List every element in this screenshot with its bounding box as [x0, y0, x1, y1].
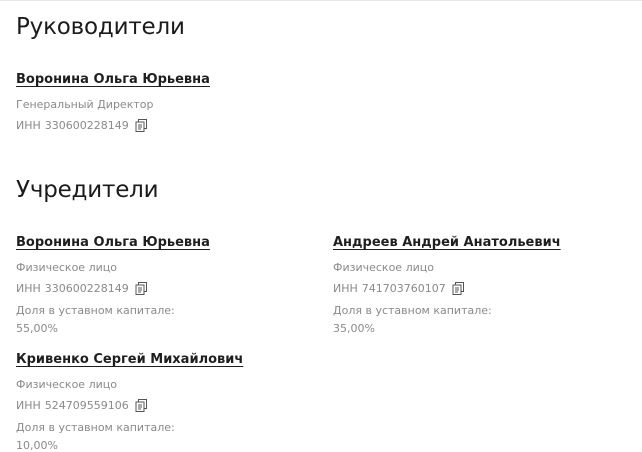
manager-card: Воронина Ольга Юрьевна Генеральный Дирек… — [16, 68, 210, 132]
founder-name-link[interactable]: Воронина Ольга Юрьевна — [16, 236, 210, 249]
inn-label: ИНН — [333, 282, 358, 295]
founder-name-link[interactable]: Андреев Андрей Анатольевич — [333, 236, 561, 249]
copy-icon[interactable] — [135, 282, 148, 295]
founder-card: Андреев Андрей Анатольевич Физическое ли… — [333, 231, 561, 334]
share-value: 10,00% — [16, 439, 58, 452]
founder-inn-row: ИНН 524709559106 — [16, 399, 243, 412]
inn-label: ИНН — [16, 399, 41, 412]
copy-icon[interactable] — [135, 399, 148, 412]
inn-value: 330600228149 — [44, 119, 129, 132]
founder-type: Физическое лицо — [16, 378, 117, 391]
founders-heading: Учредители — [16, 177, 159, 203]
founder-name-link[interactable]: Кривенко Сергей Михайлович — [16, 353, 243, 366]
inn-label: ИНН — [16, 282, 41, 295]
share-label: Доля в уставном капитале: — [333, 304, 492, 317]
manager-name-link[interactable]: Воронина Ольга Юрьевна — [16, 73, 210, 86]
inn-label: ИНН — [16, 119, 41, 132]
top-divider — [0, 0, 642, 1]
share-value: 55,00% — [16, 322, 58, 335]
share-label: Доля в уставном капитале: — [16, 304, 175, 317]
inn-value: 330600228149 — [44, 282, 129, 295]
share-label: Доля в уставном капитале: — [16, 421, 175, 434]
founder-type: Физическое лицо — [16, 261, 117, 274]
founder-inn-row: ИНН 330600228149 — [16, 282, 210, 295]
founder-inn-row: ИНН 741703760107 — [333, 282, 561, 295]
inn-value: 741703760107 — [361, 282, 446, 295]
copy-icon[interactable] — [135, 119, 148, 132]
founder-type: Физическое лицо — [333, 261, 434, 274]
managers-heading: Руководители — [16, 14, 185, 40]
founder-card: Воронина Ольга Юрьевна Физическое лицо И… — [16, 231, 210, 334]
manager-role: Генеральный Директор — [16, 98, 154, 111]
share-value: 35,00% — [333, 322, 375, 335]
founder-card: Кривенко Сергей Михайлович Физическое ли… — [16, 348, 243, 451]
copy-icon[interactable] — [452, 282, 465, 295]
inn-value: 524709559106 — [44, 399, 129, 412]
manager-inn-row: ИНН 330600228149 — [16, 119, 210, 132]
